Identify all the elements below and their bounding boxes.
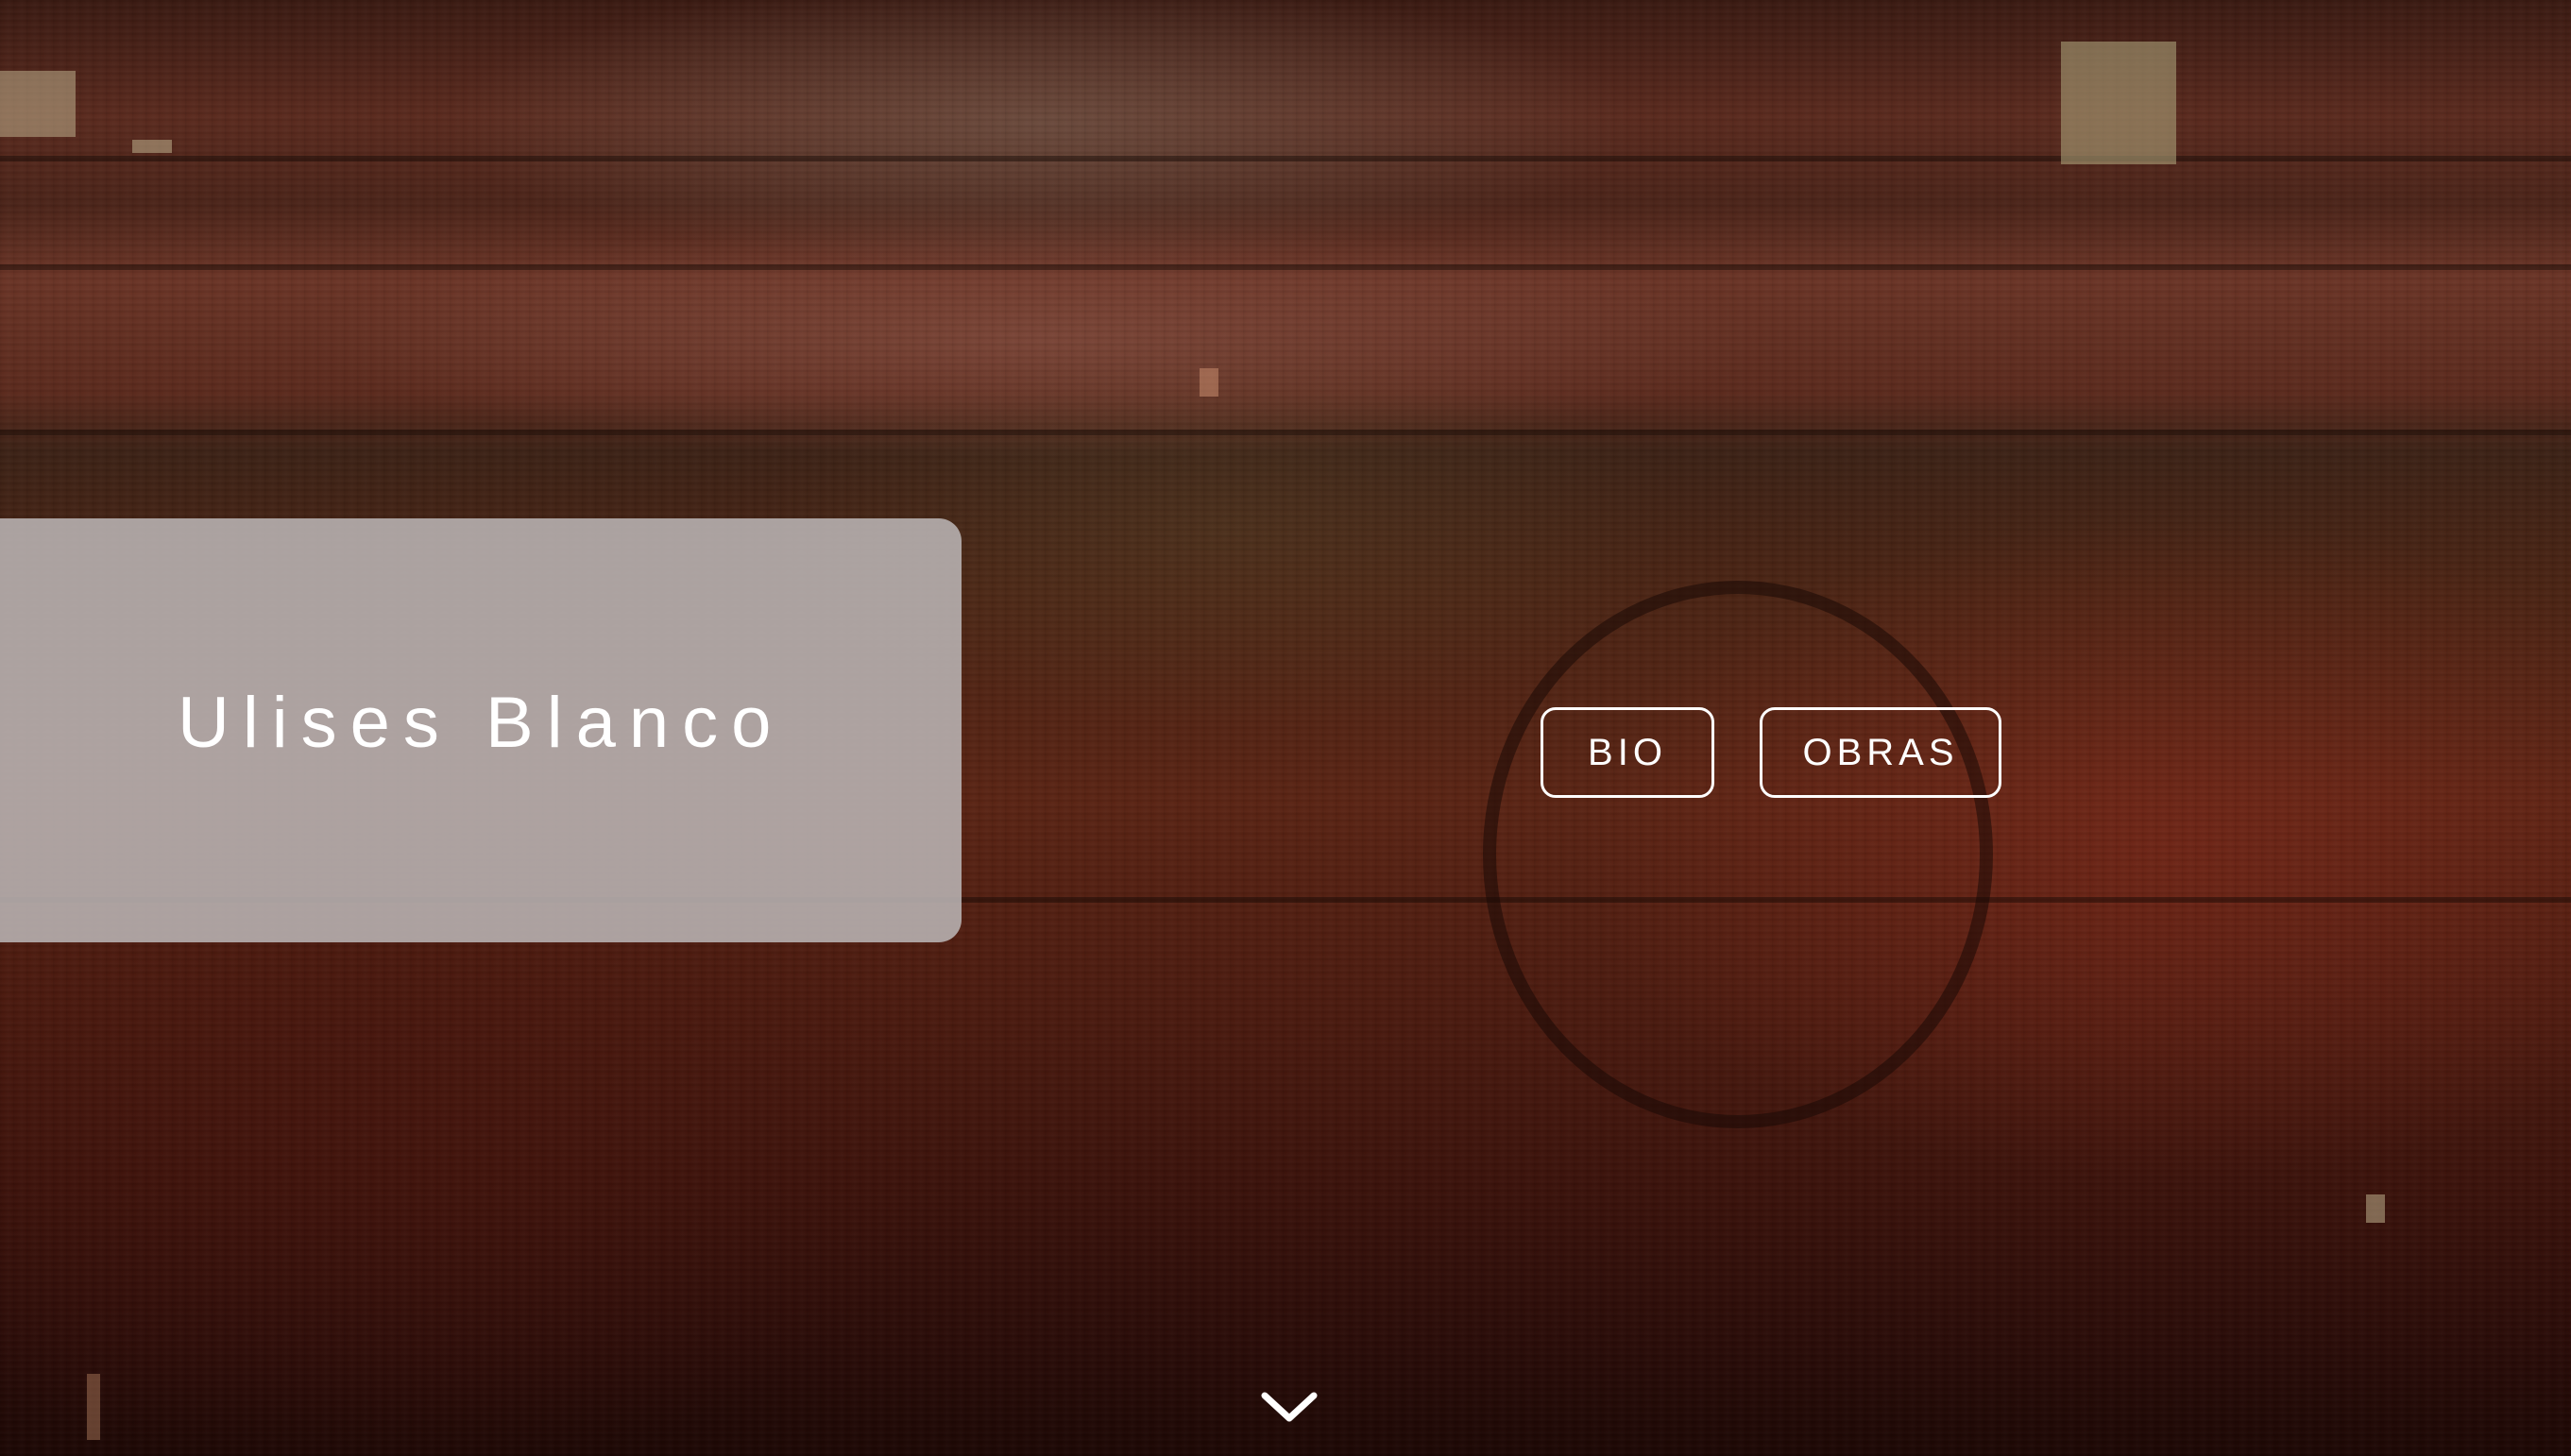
obras-button[interactable]: OBRAS: [1760, 707, 2001, 798]
background-band: [0, 156, 2571, 161]
background-patch: [2366, 1194, 2385, 1223]
chevron-down-icon[interactable]: [1260, 1388, 1319, 1426]
background-band: [0, 430, 2571, 435]
hero-section: Ulises Blanco BIO OBRAS: [0, 0, 2571, 1456]
background-patch: [87, 1374, 100, 1440]
background-band: [0, 264, 2571, 270]
bio-button[interactable]: BIO: [1541, 707, 1714, 798]
background-patch: [132, 140, 172, 153]
background-patch: [0, 71, 76, 137]
page-title: Ulises Blanco: [178, 683, 785, 763]
background-patch: [1200, 368, 1218, 397]
background-patch: [2061, 42, 2176, 164]
painted-circle: [1483, 581, 1993, 1128]
